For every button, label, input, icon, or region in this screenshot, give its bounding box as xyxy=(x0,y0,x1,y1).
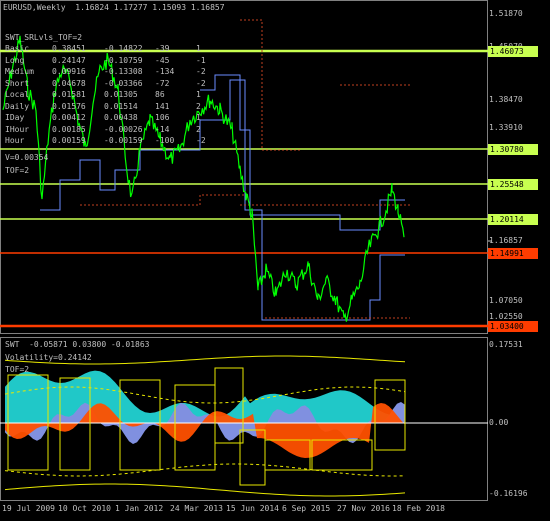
price-tick-label: 1.33910 xyxy=(489,123,523,132)
table-cell-c4: 1 xyxy=(196,113,201,122)
table-cell-c4: -2 xyxy=(196,78,206,88)
table-cell-c3: -14 xyxy=(155,124,170,134)
tof-value: TOF=2 xyxy=(5,166,30,175)
oscillator-tick-label: -0.16196 xyxy=(489,489,528,498)
time-tick-label: 27 Nov 2016 xyxy=(337,504,390,513)
time-tick-label: 1 Jan 2012 xyxy=(115,504,164,513)
table-cell-c1: 0.04678 xyxy=(52,78,86,88)
table-cell-c3: -72 xyxy=(155,78,170,88)
swt-header: SWT -0.05871 0.03800 -0.01863 xyxy=(5,340,150,349)
chart-window[interactable]: EURUSD,Weekly 1.16824 1.17277 1.15093 1.… xyxy=(0,0,550,521)
table-cell-c1: 0.38451 xyxy=(52,44,86,53)
v-value: V=0.00354 xyxy=(5,153,49,162)
time-tick-label: 10 Oct 2010 xyxy=(58,504,111,513)
table-cell-c1: 0.01581 xyxy=(52,90,86,99)
support-step-line-2 xyxy=(200,74,405,231)
price-tick-label: 1.51870 xyxy=(489,9,523,18)
oscillator-tick-label: 0.00 xyxy=(489,418,509,427)
table-cell-c3: 141 xyxy=(155,101,170,111)
table-cell-name: Long xyxy=(5,55,25,65)
table-cell-c1: 0.00159 xyxy=(52,136,86,145)
table-cell-c2: -0.00159 xyxy=(104,136,143,145)
table-cell-c2: 0.00438 xyxy=(104,113,138,122)
price-tag: 1.30780 xyxy=(488,144,538,155)
price-tag: 1.03400 xyxy=(488,321,538,332)
table-cell-c1: 0.01576 xyxy=(52,101,86,111)
table-cell-c3: -39 xyxy=(155,44,170,53)
price-tag: 1.46073 xyxy=(488,46,538,57)
table-cell-name: Basic xyxy=(5,44,30,53)
table-cell-c2: -0.03366 xyxy=(104,78,143,88)
price-tick-label: 1.16857 xyxy=(489,236,523,245)
table-cell-c4: -2 xyxy=(196,136,206,145)
table-cell-c2: -0.13308 xyxy=(104,67,143,76)
table-cell-c4: -2 xyxy=(196,67,206,76)
table-cell-c2: 0.01305 xyxy=(104,90,138,99)
table-cell-c2: -0.00026 xyxy=(104,124,143,134)
table-cell-c3: 106 xyxy=(155,113,170,122)
table-cell-c1: 0.09916 xyxy=(52,67,86,76)
sub-tof-label: TOF=2 xyxy=(5,365,30,374)
table-cell-c4: 1 xyxy=(196,90,201,99)
table-cell-c1: 0.00412 xyxy=(52,113,86,122)
table-cell-c3: -45 xyxy=(155,55,170,65)
table-cell-c3: -100 xyxy=(155,136,175,145)
price-tag: 1.25548 xyxy=(488,179,538,190)
swing-box xyxy=(239,429,266,486)
table-cell-c4: 1 xyxy=(196,44,201,53)
table-cell-c3: 86 xyxy=(155,90,165,99)
oscillator-tick-label: 0.17531 xyxy=(489,340,523,349)
table-cell-c1: 0.00185 xyxy=(52,124,86,134)
time-tick-label: 6 Sep 2015 xyxy=(282,504,331,513)
time-tick-label: 18 Feb 2018 xyxy=(392,504,445,513)
table-cell-c4: 2 xyxy=(196,101,201,111)
time-tick-label: 24 Mar 2013 xyxy=(170,504,223,513)
indicator-title: SWT_SRLvls_TOF=2 xyxy=(5,33,83,42)
table-cell-c2: -0.10759 xyxy=(104,55,143,65)
time-tick-label: 15 Jun 2014 xyxy=(226,504,279,513)
table-cell-name: Medium xyxy=(5,67,34,76)
table-cell-name: Short xyxy=(5,78,30,88)
table-cell-name: IHour xyxy=(5,124,30,134)
table-cell-name: Hour xyxy=(5,136,25,145)
table-cell-c1: 0.24147 xyxy=(52,55,86,65)
table-cell-c4: -1 xyxy=(196,55,206,65)
table-cell-name: Daily xyxy=(5,101,30,111)
volatility-label: Volatility=0.24142 xyxy=(5,353,92,362)
price-tag: 1.20114 xyxy=(488,214,538,225)
lower-band xyxy=(4,483,406,497)
table-cell-c3: -134 xyxy=(155,67,175,76)
price-tick-label: 1.02550 xyxy=(489,312,523,321)
table-cell-name: Local xyxy=(5,90,30,99)
price-tick-label: 1.07050 xyxy=(489,296,523,305)
resistance-dotted-line xyxy=(80,194,250,206)
time-tick-label: 19 Jul 2009 xyxy=(2,504,55,513)
price-tag: 1.14991 xyxy=(488,248,538,259)
price-tick-label: 1.38470 xyxy=(489,95,523,104)
table-cell-c2: -0.14822 xyxy=(104,44,143,53)
table-cell-c2: 0.01514 xyxy=(104,101,138,111)
table-cell-name: IDay xyxy=(5,113,25,122)
table-cell-c4: 2 xyxy=(196,124,201,134)
symbol-header: EURUSD,Weekly 1.16824 1.17277 1.15093 1.… xyxy=(3,3,225,12)
